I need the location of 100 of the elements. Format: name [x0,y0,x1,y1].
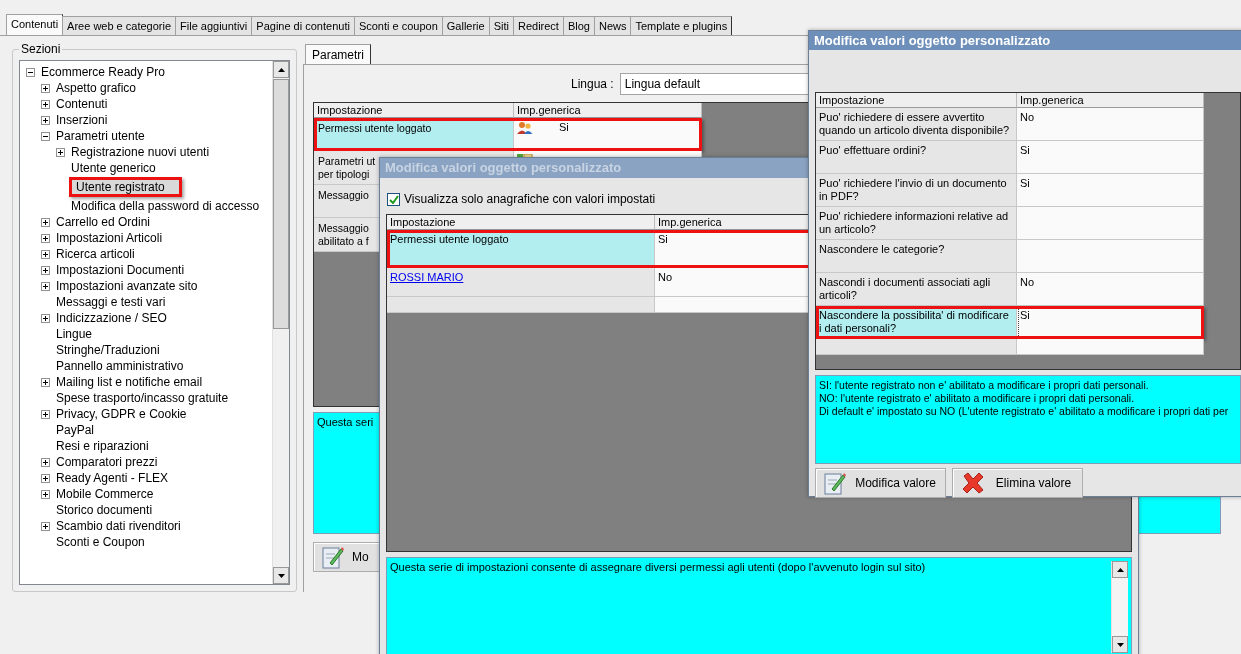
table-row[interactable]: Puo' richiedere di essere avvertito quando un articolo diventa disponibile? No [816,108,1204,141]
tab[interactable]: Sconti e coupon [353,16,443,35]
tree-item[interactable]: Lingue [54,327,95,341]
down-arrow-icon [277,573,285,578]
expand-icon[interactable] [41,115,50,125]
dialog-title: Modifica valori oggetto personalizzato [809,31,1241,50]
tree-item[interactable]: Storico documenti [54,503,155,517]
scroll-down-button[interactable] [273,567,289,584]
tree-item[interactable]: Messaggi e testi vari [54,295,168,309]
tree-item[interactable]: Registrazione nuovi utenti [69,145,212,159]
tab[interactable]: Parametri [305,44,371,64]
check-icon [388,194,399,204]
tab[interactable]: News [593,16,632,35]
tab[interactable]: Template e plugins [630,16,733,35]
scroll-down-button[interactable] [1112,636,1128,653]
tree-item[interactable]: Resi e riparazioni [54,439,151,453]
table-row[interactable]: Puo' richiedere l'invio di un documento in PDF? Si [816,174,1204,207]
table-cell: Nascondere la possibilita' di modificare i dati personali? [816,306,1017,339]
expand-icon[interactable] [41,99,50,109]
expand-icon[interactable] [41,265,50,275]
column-header: Impostazione [387,215,655,230]
tab[interactable]: Gallerie [441,16,490,35]
tree-item[interactable]: PayPal [54,423,97,437]
table-row[interactable]: Puo' richiedere informazioni relative ad un articolo? [816,207,1204,240]
table-cell: Puo' richiedere l'invio di un documento in PDF? [816,174,1017,207]
expand-icon[interactable] [41,249,50,259]
tree-item[interactable]: Comparatori prezzi [54,455,160,469]
scroll-up-button[interactable] [1112,561,1128,578]
expand-icon[interactable] [41,473,50,483]
expand-icon[interactable] [41,489,50,499]
up-arrow-icon [1116,567,1124,572]
tree-item[interactable]: Spese trasporto/incasso gratuite [54,391,231,405]
tree-item[interactable]: Carrello ed Ordini [54,215,153,229]
tab[interactable]: File aggiuntivi [175,16,253,35]
tab[interactable]: Blog [562,16,595,35]
delete-button[interactable]: Elimina valore [952,468,1083,498]
tree-item[interactable]: Utente registrato [69,177,182,197]
tree-item[interactable]: Stringhe/Traduzioni [54,343,162,357]
expand-icon[interactable] [41,233,50,243]
tree-item[interactable]: Utente generico [69,161,158,175]
tree-item[interactable]: Indicizzazione / SEO [54,311,169,325]
tree-item[interactable]: Pannello amministrativo [54,359,186,373]
tree-item[interactable]: Mobile Commerce [54,487,156,501]
table-cell: Si [1017,174,1204,207]
tree-item[interactable]: Aspetto grafico [54,81,139,95]
expand-icon[interactable] [41,281,50,291]
table-cell: Nascondere le categorie? [816,240,1017,273]
cell-text: Si [559,121,569,134]
tab[interactable]: Redirect [512,16,564,35]
tab[interactable]: Siti [488,16,514,35]
tree-item[interactable]: Contenuti [54,97,110,111]
collapse-icon[interactable] [26,67,35,77]
table-cell: Puo' richiedere informazioni relative ad un articolo? [816,207,1017,240]
table-cell: Nascondi i documenti associati agli articoli? [816,273,1017,306]
expand-icon[interactable] [41,521,50,531]
tree-item[interactable]: Sconti e Coupon [54,535,147,549]
tab[interactable]: Aree web e categorie [62,16,177,35]
tree-item[interactable]: Impostazioni Articoli [54,231,165,245]
table-row[interactable]: Nascondi i documenti associati agli articoli? No [816,273,1204,306]
table-row[interactable]: Puo' effettuare ordini? Si [816,141,1204,174]
tab[interactable]: Pagine di contenuti [251,16,355,35]
table-cell: Puo' effettuare ordini? [816,141,1017,174]
tree-item[interactable]: Parametri utente [54,129,147,143]
up-arrow-icon [277,67,285,72]
table-cell: No [1017,273,1204,306]
table-cell: Puo' richiedere di essere avvertito quando un articolo diventa disponibile? [816,108,1017,141]
user-link[interactable]: ROSSI MARIO [390,271,464,283]
tree-item[interactable]: Modifica della password di accesso [69,199,262,213]
column-header: Imp.generica [1017,93,1204,108]
table-row[interactable]: Nascondere le categorie? [816,240,1204,273]
edit-button[interactable]: Modifica valore [815,468,946,498]
tree-item[interactable]: Impostazioni Documenti [54,263,187,277]
tree-item[interactable]: Mailing list e notifiche email [54,375,205,389]
tab[interactable]: Contenuti [6,14,64,35]
table-row[interactable]: Nascondere la possibilita' di modificare i dati personali? Si [816,306,1204,339]
collapse-icon[interactable] [41,131,50,141]
tree-item[interactable]: Privacy, GDPR e Cookie [54,407,189,421]
expand-icon[interactable] [41,457,50,467]
tree-item[interactable]: Ecommerce Ready Pro [39,65,168,79]
table-cell: No [1017,108,1204,141]
expand-icon[interactable] [41,83,50,93]
expand-icon[interactable] [56,147,65,157]
scroll-up-button[interactable] [273,61,289,78]
tree-item[interactable]: Inserzioni [54,113,110,127]
tree-item[interactable]: Scambio dati rivenditori [54,519,183,533]
expand-icon[interactable] [41,409,50,419]
table-cell: Permessi utente loggato [314,118,514,151]
expand-icon[interactable] [41,313,50,323]
table-row[interactable]: Permessi utente loggato Si [314,118,702,151]
group-title: Sezioni [20,42,62,56]
expand-icon[interactable] [41,217,50,227]
column-header: Impostazione [816,93,1017,108]
expand-icon[interactable] [41,377,50,387]
tree-item[interactable]: Ready Agenti - FLEX [54,471,171,485]
table-cell: Permessi utente loggato [387,230,655,268]
column-header: Imp.generica [514,103,702,118]
scroll-thumb[interactable] [273,79,289,329]
checkbox[interactable] [387,192,400,206]
tree-item[interactable]: Impostazioni avanzate sito [54,279,200,293]
tree-item[interactable]: Ricerca articoli [54,247,137,261]
